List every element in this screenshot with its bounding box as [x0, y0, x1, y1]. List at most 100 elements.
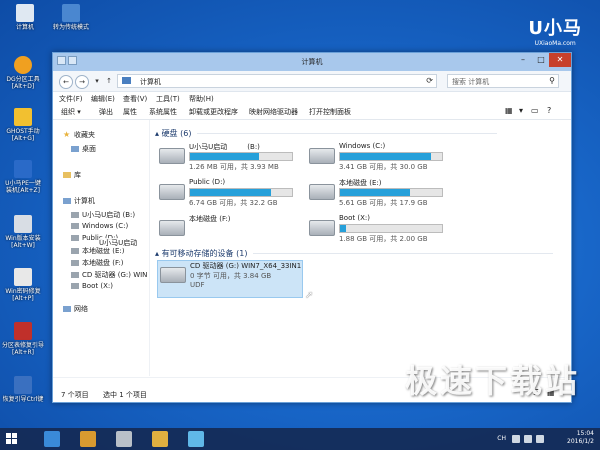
window-icon[interactable]: [188, 431, 204, 447]
drive-free-space: 5.61 GB 可用，共 17.9 GB: [339, 199, 428, 207]
drive-d[interactable]: Public (D:) 6.74 GB 可用，共 32.2 GB: [157, 178, 297, 212]
desktop-icon-boot-recover[interactable]: 恢复引导Ctrl键: [0, 376, 46, 403]
maximize-button[interactable]: □: [533, 53, 549, 67]
drive-icon: [71, 223, 79, 229]
search-icon[interactable]: ⚲: [549, 76, 555, 85]
desktop-icon-classic-mode[interactable]: 转为传统模式: [48, 4, 94, 31]
map-network-drive-button[interactable]: 映射网络驱动器: [249, 107, 298, 117]
content-pane: ▴ 硬盘 (6) U小马U启动 (B:) 1.26 MB 可用，共 3.93 M…: [153, 120, 571, 376]
usage-fill: [340, 225, 347, 232]
sync-icon[interactable]: [44, 431, 60, 447]
tray-volume-icon[interactable]: [524, 435, 532, 443]
computer-icon: [122, 77, 131, 84]
properties-button[interactable]: 属性: [123, 107, 137, 117]
nav-item-desktop[interactable]: 桌面: [71, 144, 96, 154]
desktop-icon-password-fix[interactable]: Win密码修复 [Alt+P]: [0, 268, 46, 302]
tray-device-icon[interactable]: [536, 435, 544, 443]
drive-x[interactable]: Boot (X:) 1.88 GB 可用，共 2.00 GB: [307, 214, 447, 248]
desktop-icon-win-install[interactable]: Win版本安装 [Alt+W]: [0, 215, 46, 249]
desktop-icon-partition-fix[interactable]: 分区表修复引导 [Alt+R]: [0, 322, 46, 356]
desktop-icon-pe-install[interactable]: U小马PE一键 装机[Alt+Z]: [0, 160, 46, 194]
nav-item-computer[interactable]: 计算机: [63, 196, 95, 206]
usage-bar: [189, 152, 293, 161]
menu-help[interactable]: 帮助(H): [189, 94, 214, 104]
breadcrumb-computer[interactable]: 计算机: [140, 77, 161, 87]
refresh-icon[interactable]: ⟳: [426, 76, 433, 85]
usage-bar: [339, 152, 443, 161]
nav-item-network[interactable]: 网络: [63, 304, 88, 314]
nav-item-libraries[interactable]: 库: [63, 170, 81, 180]
nav-item-label: U小马U启动 (B:): [82, 211, 136, 219]
change-view-icon[interactable]: ▦: [505, 106, 513, 115]
usage-fill: [340, 189, 411, 196]
nav-item-drive-g[interactable]: CD 驱动器 (G:) WIN: [71, 270, 147, 280]
menu-bar: 文件(F) 编辑(E) 查看(V) 工具(T) 帮助(H): [53, 92, 571, 105]
drive-b[interactable]: U小马U启动 (B:) 1.26 MB 可用，共 3.93 MB: [157, 142, 297, 176]
start-button[interactable]: [6, 433, 18, 445]
explorer-window: 计算机 – □ ✕ ← → ▾ ↑ 计算机 ⟳ 搜索 计算机 ⚲ 文件(F) 编…: [52, 52, 572, 403]
search-box[interactable]: 搜索 计算机 ⚲: [447, 74, 559, 88]
view-dropdown-icon[interactable]: ▾: [519, 106, 523, 115]
usage-fill: [190, 153, 260, 160]
menu-file[interactable]: 文件(F): [59, 94, 83, 104]
desktop-icon-ghost[interactable]: GHOST手动 [Alt+G]: [0, 108, 46, 142]
group-header-removable[interactable]: ▴ 有可移动存储的设备 (1): [155, 248, 554, 259]
recent-dropdown-button[interactable]: ▾: [91, 75, 103, 87]
nav-item-label: Boot (X:): [82, 282, 113, 290]
menu-edit[interactable]: 编辑(E): [91, 94, 115, 104]
menu-tools[interactable]: 工具(T): [156, 94, 180, 104]
desktop-icon-dg-partition[interactable]: DG分区工具 [Alt+D]: [0, 56, 46, 90]
drive-icon: [71, 212, 79, 218]
cd-drive-g[interactable]: CD 驱动器 (G:) WIN7_X64_33IN1 0 字节 可用，共 3.8…: [157, 260, 303, 298]
drag-label: U小马U启动: [99, 238, 138, 248]
up-button[interactable]: ↑: [103, 75, 115, 87]
desktop-icon-label: 转为传统模式: [52, 24, 89, 31]
clock[interactable]: 15:04 2016/1/2: [567, 430, 594, 446]
nav-item-label: 库: [74, 171, 81, 179]
desktop-icon-computer[interactable]: 计算机: [2, 4, 48, 31]
title-bar[interactable]: 计算机 – □ ✕: [53, 53, 571, 71]
usage-bar: [339, 224, 443, 233]
back-button[interactable]: ←: [59, 75, 73, 89]
minimize-button[interactable]: –: [515, 53, 531, 67]
forward-button[interactable]: →: [75, 75, 89, 89]
group-header-hard-disks[interactable]: ▴ 硬盘 (6): [155, 128, 498, 139]
eject-button[interactable]: 弹出: [99, 107, 113, 117]
nav-item-label: 网络: [74, 305, 88, 313]
nav-item-favorites[interactable]: ★ 收藏夹: [63, 130, 95, 140]
tray-network-icon[interactable]: [512, 435, 520, 443]
nav-item-drive-x[interactable]: Boot (X:): [71, 282, 113, 290]
drive-f[interactable]: 本地磁盘 (F:): [157, 214, 297, 248]
open-control-panel-button[interactable]: 打开控制面板: [309, 107, 351, 117]
close-button[interactable]: ✕: [549, 53, 571, 67]
nav-item-label: 计算机: [74, 197, 95, 205]
drive-e[interactable]: 本地磁盘 (E:) 5.61 GB 可用，共 17.9 GB: [307, 178, 447, 212]
drive-free-space: 3.41 GB 可用，共 30.0 GB: [339, 163, 428, 171]
system-properties-button[interactable]: 系统属性: [149, 107, 177, 117]
disk-icon: [14, 215, 32, 233]
drive-icon: [71, 283, 79, 289]
nav-item-drive-b[interactable]: U小马U启动 (B:): [71, 210, 135, 220]
drive-c[interactable]: Windows (C:) 3.41 GB 可用，共 30.0 GB: [307, 142, 447, 176]
nav-item-drive-c[interactable]: Windows (C:): [71, 222, 128, 230]
computer-icon: [63, 198, 71, 204]
tools-icon[interactable]: [80, 431, 96, 447]
drive-name: Boot (X:): [339, 214, 370, 222]
menu-view[interactable]: 查看(V): [123, 94, 147, 104]
organize-button[interactable]: 组织 ▾: [61, 107, 81, 117]
clock-date: 2016/1/2: [567, 438, 594, 445]
search-input[interactable]: 搜索 计算机: [452, 77, 489, 87]
help-icon[interactable]: ?: [547, 106, 551, 115]
input-language[interactable]: CH: [497, 435, 506, 442]
drive-icon[interactable]: [116, 431, 132, 447]
brand-url: UXiaoMa.com: [534, 40, 576, 47]
desktop-icon-label: 计算机: [15, 24, 34, 31]
drive-name: Public (D:): [189, 178, 226, 186]
preview-pane-icon[interactable]: ▭: [531, 106, 539, 115]
uninstall-button[interactable]: 卸载或更改程序: [189, 107, 238, 117]
drive-icon: [71, 260, 79, 266]
address-box[interactable]: 计算机 ⟳: [117, 74, 437, 88]
drive-free-space: 1.88 GB 可用，共 2.00 GB: [339, 235, 428, 243]
nav-item-drive-f[interactable]: 本地磁盘 (F:): [71, 258, 124, 268]
settings-icon[interactable]: [152, 431, 168, 447]
